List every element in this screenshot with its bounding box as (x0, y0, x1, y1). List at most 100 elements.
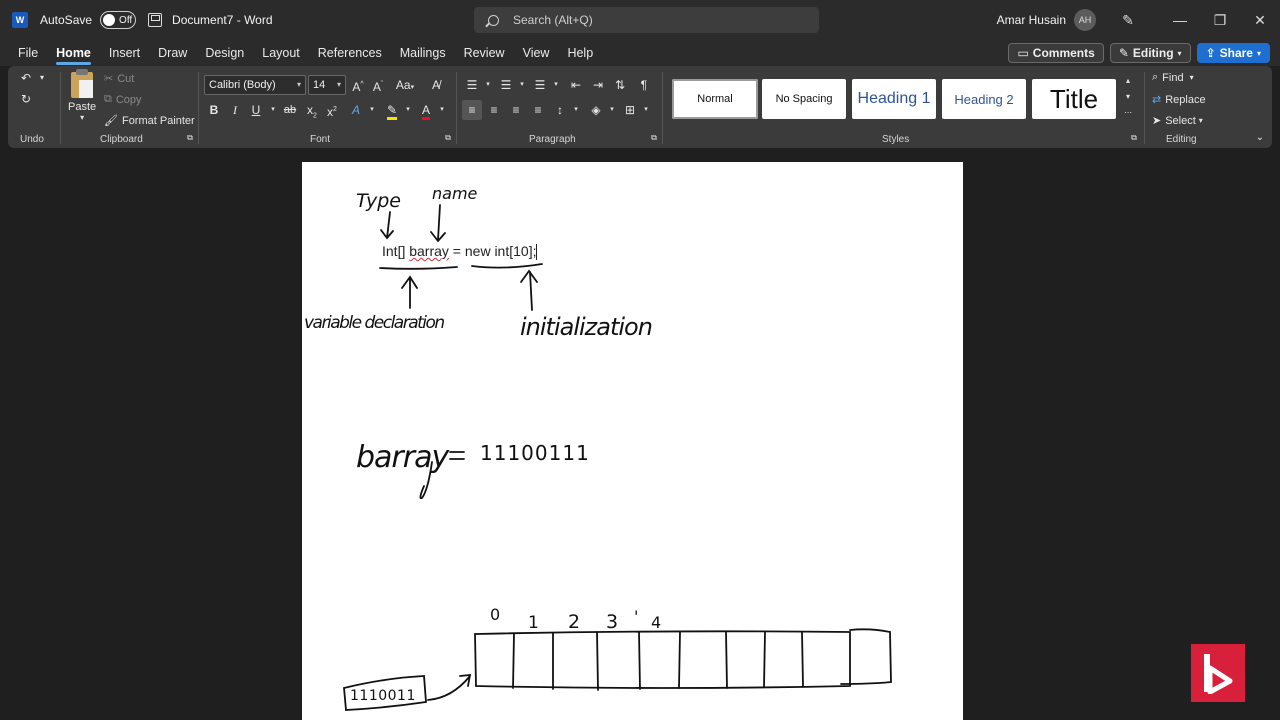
tab-review[interactable]: Review (455, 40, 514, 66)
tab-view[interactable]: View (514, 40, 559, 66)
tab-layout[interactable]: Layout (253, 40, 309, 66)
cut-button[interactable]: ✂ Cut (104, 72, 134, 86)
text-caret (536, 244, 538, 261)
avatar[interactable]: AH (1074, 9, 1096, 31)
dialog-launcher-icon[interactable]: ⧉ (1128, 132, 1140, 144)
bold-button[interactable]: B (204, 100, 224, 120)
tab-references[interactable]: References (309, 40, 391, 66)
style-normal[interactable]: Normal (672, 79, 758, 119)
show-marks-icon[interactable]: ¶ (634, 75, 654, 95)
tab-draw[interactable]: Draw (149, 40, 196, 66)
chevron-down-icon: ▾ (1198, 116, 1203, 125)
user-name[interactable]: Amar Husain (997, 13, 1066, 27)
style-heading-1[interactable]: Heading 1 (852, 79, 936, 119)
tab-help[interactable]: Help (558, 40, 602, 66)
save-icon[interactable] (148, 13, 163, 27)
chevron-down-icon[interactable]: ▾ (32, 68, 52, 88)
word-app-icon: W (12, 12, 28, 28)
styles-scroll-down-icon[interactable]: ▾ (1118, 90, 1138, 104)
misspelled-word[interactable]: barray (409, 243, 449, 259)
grow-font-icon[interactable]: A^ (348, 75, 368, 95)
search-icon: ⌕ (1152, 71, 1159, 83)
undo-group-label: Undo (20, 134, 44, 145)
align-center-icon[interactable]: ≡ (484, 100, 504, 120)
chevron-down-icon[interactable]: ▾ (566, 100, 586, 120)
cursor-icon: ➤ (1152, 115, 1162, 127)
font-size-select[interactable]: 14 ▾ (308, 75, 346, 95)
ribbon: ↶ ▾ ↻ Undo Paste ▾ ✂ Cut ⧉ Copy 🖌 Format Pa… (8, 66, 1272, 148)
tab-file[interactable]: File (0, 40, 47, 66)
logo-mark-icon (1204, 654, 1233, 694)
dialog-launcher-icon[interactable]: ⧉ (184, 132, 196, 144)
paste-button[interactable]: Paste ▾ (68, 69, 96, 122)
copy-label: Copy (115, 93, 142, 106)
style-title-label: Title (1049, 83, 1099, 114)
chevron-down-icon[interactable]: ▾ (478, 75, 498, 95)
superscript-button[interactable]: x2 (322, 100, 342, 120)
chevron-down-icon: ▾ (80, 113, 85, 122)
chevron-down-icon[interactable]: ▾ (432, 100, 452, 120)
editing-mode-label: Editing (1132, 46, 1174, 60)
watermark-logo (1191, 644, 1245, 702)
chevron-down-icon[interactable]: ▾ (362, 100, 382, 120)
replace-icon: ⇄ (1152, 94, 1162, 106)
chevron-down-icon[interactable]: ▾ (398, 100, 418, 120)
chevron-down-icon[interactable]: ▾ (512, 75, 532, 95)
editing-mode-button[interactable]: ✎ Editing ▾ (1109, 43, 1191, 63)
autosave-toggle[interactable]: Off (100, 11, 137, 29)
chevron-down-icon[interactable]: ▾ (636, 100, 656, 120)
shrink-font-icon[interactable]: Aˇ (368, 75, 388, 95)
share-button[interactable]: ⇪ Share ▾ (1196, 43, 1270, 63)
styles-group-label: Styles (882, 134, 910, 145)
style-title[interactable]: Title (1032, 79, 1116, 119)
chevron-down-icon[interactable]: ▾ (546, 75, 566, 95)
chevron-down-icon: ▾ (336, 80, 341, 89)
change-case-button[interactable]: Aa▾ (392, 75, 418, 95)
designer-pen-icon[interactable]: ✎ (1118, 12, 1138, 29)
font-family-select[interactable]: Calibri (Body) ▾ (204, 75, 306, 95)
copy-button[interactable]: ⧉ Copy (104, 93, 142, 106)
tab-design[interactable]: Design (196, 40, 253, 66)
redo-icon[interactable]: ↻ (16, 89, 36, 109)
divider (456, 72, 457, 144)
select-button[interactable]: ➤ Select ▾ (1152, 114, 1203, 128)
replace-button[interactable]: ⇄ Replace (1152, 93, 1206, 107)
code-line[interactable]: Int[] barray = new int[10]; (382, 243, 538, 261)
dialog-launcher-icon[interactable]: ⧉ (648, 132, 660, 144)
close-button[interactable]: ✕ (1240, 12, 1280, 29)
restore-button[interactable]: ❐ (1200, 12, 1240, 29)
comments-label: Comments (1032, 46, 1095, 60)
chevron-down-icon[interactable]: ▾ (602, 100, 622, 120)
dialog-launcher-icon[interactable]: ⧉ (442, 132, 454, 144)
font-size-value: 14 (313, 79, 326, 91)
find-label: Find (1162, 71, 1184, 84)
align-left-icon[interactable]: ≡ (462, 100, 482, 120)
strikethrough-button[interactable]: ab (280, 100, 300, 120)
replace-label: Replace (1165, 93, 1206, 106)
style-heading-2[interactable]: Heading 2 (942, 79, 1026, 119)
styles-gallery-more-icon[interactable]: ⋯ (1118, 106, 1138, 120)
divider (60, 72, 61, 144)
minimize-button[interactable]: — (1160, 12, 1200, 28)
subscript-button[interactable]: x2 (302, 100, 322, 120)
sort-icon[interactable]: ⇅ (610, 75, 630, 95)
increase-indent-icon[interactable]: ⇥ (588, 75, 608, 95)
comments-button[interactable]: ▭ Comments (1008, 43, 1104, 63)
styles-scroll-up-icon[interactable]: ▴ (1118, 74, 1138, 88)
search-box[interactable]: Search (Alt+Q) (474, 7, 819, 33)
code-line-suffix: = new int[10]; (448, 243, 537, 259)
collapse-ribbon-icon[interactable]: ⌄ (1250, 128, 1270, 148)
tab-mailings[interactable]: Mailings (391, 40, 455, 66)
decrease-indent-icon[interactable]: ⇤ (566, 75, 586, 95)
find-button[interactable]: ⌕ Find ▾ (1152, 71, 1194, 84)
tab-insert[interactable]: Insert (100, 40, 149, 66)
title-bar: W AutoSave Off Document7 - Word Search (… (0, 0, 1280, 40)
format-painter-button[interactable]: 🖌 Format Painter (104, 114, 195, 128)
tab-home[interactable]: Home (47, 40, 100, 66)
justify-icon[interactable]: ≡ (528, 100, 548, 120)
italic-button[interactable]: I (225, 100, 245, 120)
align-right-icon[interactable]: ≡ (506, 100, 526, 120)
chevron-down-icon: ▾ (1189, 73, 1194, 82)
clear-formatting-icon[interactable]: A̸ (426, 75, 446, 95)
style-no-spacing[interactable]: No Spacing (762, 79, 846, 119)
